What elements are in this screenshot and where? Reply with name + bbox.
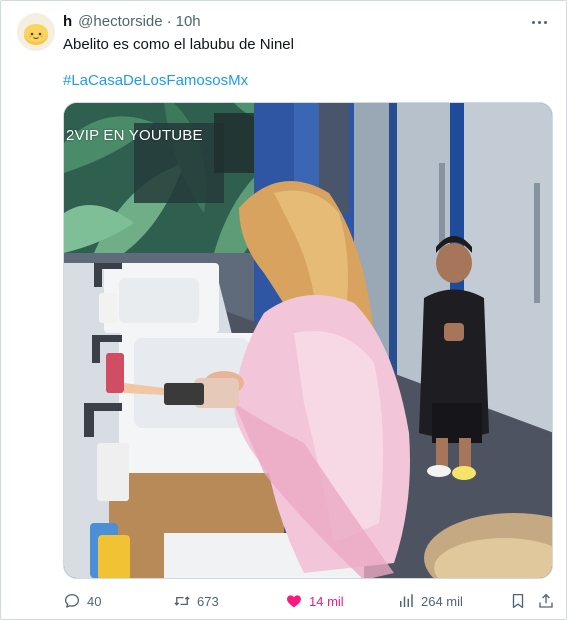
- media-scene: [64, 103, 552, 578]
- display-name[interactable]: h: [63, 13, 72, 30]
- reply-icon: [64, 593, 80, 608]
- avatar[interactable]: [17, 13, 55, 51]
- tweet-header: h @hectorside · 10h: [63, 13, 201, 33]
- separator-dot: ·: [166, 13, 172, 30]
- action-bar: 40 673 14 mil 264 mil: [63, 589, 557, 613]
- tweet-card[interactable]: h @hectorside · 10h Abelito es como el l…: [0, 0, 567, 620]
- bookmark-button[interactable]: [509, 589, 527, 613]
- reply-button[interactable]: 40: [63, 589, 101, 613]
- retweet-icon: [174, 596, 190, 606]
- retweet-button[interactable]: 673: [173, 589, 219, 613]
- share-button[interactable]: [537, 589, 555, 613]
- video-watermark: 2VIP EN YOUTUBE: [66, 127, 203, 144]
- views-button[interactable]: 264 mil: [397, 589, 463, 613]
- views-count: 264 mil: [421, 593, 463, 609]
- tweet-text: Abelito es como el labubu de Ninel: [63, 36, 294, 53]
- like-button[interactable]: 14 mil: [285, 589, 344, 613]
- tweet-media[interactable]: 2VIP EN YOUTUBE: [63, 102, 553, 579]
- retweet-count: 673: [197, 593, 219, 609]
- timestamp[interactable]: 10h: [176, 13, 201, 30]
- smiley-emoji-icon: [17, 13, 55, 51]
- share-icon: [539, 593, 553, 608]
- reply-count: 40: [87, 593, 102, 609]
- more-options-icon[interactable]: [528, 13, 550, 31]
- like-count: 14 mil: [309, 593, 344, 609]
- bookmark-icon: [512, 593, 524, 609]
- hashtag-link[interactable]: #LaCasaDeLosFamososMx: [63, 71, 248, 91]
- views-chart-icon: [400, 594, 413, 607]
- user-handle[interactable]: @hectorside: [78, 13, 162, 30]
- heart-filled-icon: [287, 595, 301, 608]
